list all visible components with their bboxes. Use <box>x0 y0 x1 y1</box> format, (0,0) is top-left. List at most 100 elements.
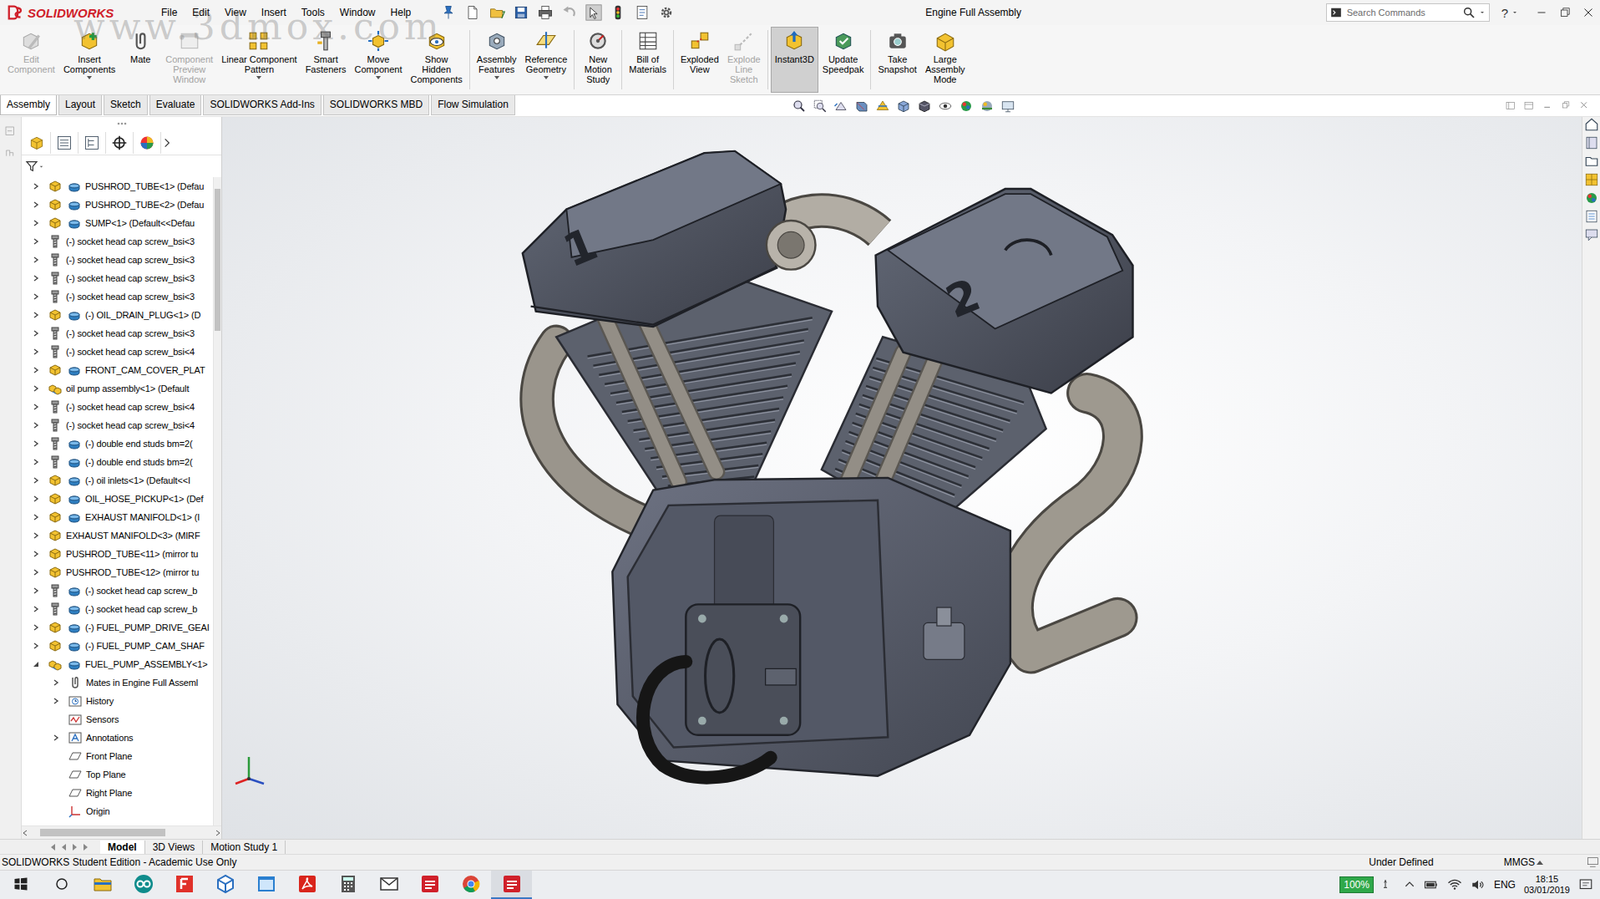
ribbon-button[interactable]: Take Snapshot <box>873 26 921 93</box>
dropdown-caret-icon[interactable] <box>543 75 549 80</box>
menu-item[interactable]: File <box>153 4 185 21</box>
expand-arrow-icon[interactable] <box>32 642 40 649</box>
notifications-icon[interactable] <box>1578 876 1594 892</box>
print-icon[interactable] <box>536 4 554 21</box>
design-library-icon[interactable] <box>1584 135 1600 151</box>
last-tab-icon[interactable] <box>81 841 91 852</box>
tree-item[interactable]: EXHAUST MANIFOLD<1> (I <box>21 507 213 527</box>
scroll-left-icon[interactable] <box>21 828 29 837</box>
zoom-area-icon[interactable] <box>811 97 829 115</box>
expand-arrow-icon[interactable] <box>32 201 40 208</box>
tree-item[interactable]: (-) double end studs bm=2( <box>21 452 213 471</box>
new-document-icon[interactable] <box>464 4 482 21</box>
menu-item[interactable]: View <box>217 4 254 21</box>
tree-item[interactable]: PUSHROD_TUBE<1> (Defau <box>21 177 213 196</box>
ribbon-button[interactable]: Bill of Materials <box>624 26 671 93</box>
tree-item[interactable]: (-) oil inlets<1> (Default<<I <box>21 470 213 490</box>
ribbon-tab[interactable]: SOLIDWORKS Add-Ins <box>202 95 321 116</box>
ribbon-button[interactable]: Smart Fasteners <box>301 26 351 93</box>
taskbar-app[interactable] <box>327 870 369 899</box>
zoom-fit-icon[interactable] <box>790 97 808 115</box>
tree-item[interactable]: FRONT_CAM_COVER_PLAT <box>21 360 213 380</box>
dropdown-caret-icon[interactable] <box>375 75 381 80</box>
expand-arrow-icon[interactable] <box>32 311 40 319</box>
display-style-icon[interactable] <box>916 97 933 115</box>
custom-properties-icon[interactable] <box>1584 208 1600 224</box>
taskbar-app[interactable] <box>286 870 328 899</box>
expand-arrow-icon[interactable] <box>32 587 40 594</box>
previous-view-icon[interactable] <box>832 97 850 115</box>
edit-appearance-icon[interactable] <box>957 97 975 115</box>
dropdown-caret-icon[interactable] <box>494 75 500 80</box>
tree-item[interactable]: (-) socket head cap screw_bsi<3 <box>21 250 213 269</box>
tree-item[interactable]: PUSHROD_TUBE<12> (mirror tu <box>21 562 213 582</box>
view-orientation-icon[interactable] <box>895 97 912 115</box>
model-tab[interactable]: Model <box>100 840 146 854</box>
options-icon[interactable] <box>658 4 675 21</box>
ribbon-button[interactable]: Assembly Features <box>472 26 522 93</box>
configuration-manager-icon[interactable] <box>83 134 101 152</box>
tree-item[interactable]: EXHAUST MANIFOLD<3> (MIRF <box>21 526 213 545</box>
next-tab-icon[interactable] <box>70 841 80 852</box>
search-circle-icon[interactable] <box>54 875 70 892</box>
menu-item[interactable]: Help <box>383 4 420 21</box>
status-display-icon[interactable] <box>1586 855 1600 869</box>
graphics-area[interactable]: 12 <box>222 116 1582 839</box>
menu-item[interactable]: Window <box>332 4 384 21</box>
expand-arrow-icon[interactable] <box>32 605 40 613</box>
search-box[interactable] <box>1326 3 1490 22</box>
taskbar-app[interactable] <box>368 870 410 899</box>
model-tab[interactable]: 3D Views <box>145 840 203 854</box>
tree-item[interactable]: (-) socket head cap screw_b <box>21 599 213 618</box>
forum-icon[interactable] <box>1584 227 1600 243</box>
expand-arrow-icon[interactable] <box>32 293 40 300</box>
section-view-icon[interactable] <box>853 97 871 115</box>
input-language[interactable]: ENG <box>1493 878 1516 891</box>
file-properties-icon[interactable] <box>633 4 651 21</box>
minimize-icon[interactable] <box>1529 0 1554 25</box>
tile-top-icon[interactable] <box>1523 99 1537 113</box>
units-caret-icon[interactable] <box>1534 857 1545 866</box>
expand-arrow-icon[interactable] <box>32 440 40 447</box>
ribbon-button[interactable]: Linear Component Pattern <box>217 26 302 93</box>
taskbar-app[interactable] <box>204 870 246 899</box>
ribbon-button[interactable]: Explode Line Sketch <box>723 26 765 93</box>
engine-model[interactable]: 12 <box>515 137 1144 791</box>
expand-arrow-icon[interactable] <box>32 274 40 282</box>
collapse-panel-icon[interactable] <box>4 125 18 139</box>
ribbon-tab[interactable]: Evaluate <box>149 95 203 116</box>
ribbon-button[interactable]: Large Assembly Mode <box>921 26 970 93</box>
dropdown-caret-icon[interactable] <box>256 75 262 80</box>
expand-arrow-icon[interactable] <box>32 531 40 539</box>
dynamic-annotation-icon[interactable] <box>874 97 892 115</box>
ribbon-tab[interactable]: Layout <box>58 95 102 116</box>
tree-item[interactable]: Top Plane <box>21 764 213 784</box>
tile-left-icon[interactable] <box>1504 99 1519 113</box>
expand-arrow-icon[interactable] <box>32 495 40 502</box>
home-icon[interactable] <box>1584 116 1600 132</box>
expand-arrow-icon[interactable] <box>32 237 40 245</box>
dimxpert-icon[interactable] <box>111 134 128 152</box>
restore-icon[interactable] <box>1553 0 1577 25</box>
expand-arrow-icon[interactable] <box>32 403 40 411</box>
taskbar-app[interactable] <box>491 870 532 899</box>
tree-item[interactable]: PUSHROD_TUBE<11> (mirror tu <box>21 544 213 563</box>
tree-item[interactable]: (-) OIL_DRAIN_PLUG<1> (D <box>21 305 213 325</box>
property-manager-icon[interactable] <box>55 134 73 152</box>
help-dropdown-icon[interactable] <box>1511 9 1519 16</box>
hide-show-icon[interactable] <box>936 97 954 115</box>
tree-item[interactable]: PUSHROD_TUBE<2> (Defau <box>21 195 213 214</box>
view-palette-icon[interactable] <box>1584 172 1600 188</box>
ribbon-tab[interactable]: Flow Simulation <box>430 95 516 116</box>
expand-arrow-icon[interactable] <box>32 182 40 190</box>
ribbon-tab[interactable]: Sketch <box>103 95 148 116</box>
tree-item[interactable]: SUMP<1> (Default<<Defau <box>21 213 213 233</box>
tree-item[interactable]: (-) socket head cap screw_bsi<3 <box>21 287 213 306</box>
ribbon-button[interactable]: Exploded View <box>676 26 724 93</box>
tree-item[interactable]: (-) socket head cap screw_bsi<3 <box>21 324 213 343</box>
select-icon[interactable] <box>585 4 603 21</box>
magnifier-icon[interactable] <box>1462 5 1476 20</box>
expand-arrow-icon[interactable] <box>52 734 60 741</box>
tree-item[interactable]: Sensors <box>21 709 213 729</box>
viewport-restore-icon[interactable] <box>1559 99 1574 113</box>
